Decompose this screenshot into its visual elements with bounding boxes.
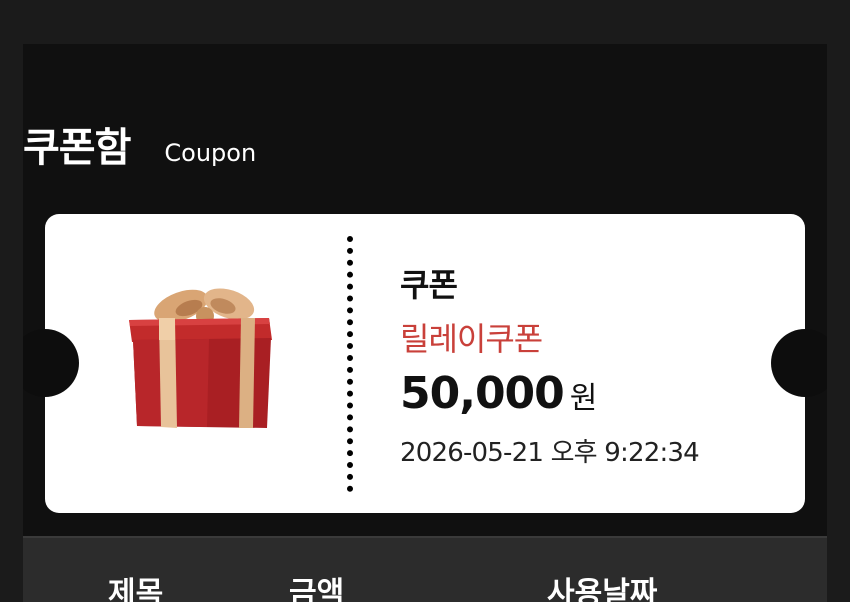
page-title: 쿠폰함: [23, 125, 131, 171]
column-header-used-date: 사용날짜: [547, 576, 658, 602]
coupon-amount-value: 50,000: [400, 368, 565, 419]
gift-box-icon: [129, 288, 272, 428]
ticket-notch-left: [23, 329, 79, 397]
page-subtitle: Coupon: [164, 139, 257, 167]
column-header-amount: 금액: [289, 576, 345, 602]
coupon-amount: 50,000 원: [400, 368, 597, 419]
coupon-name: 릴레이쿠폰: [400, 320, 543, 358]
coupon-amount-unit: 원: [569, 381, 598, 416]
coupon-datetime: 2026-05-21 오후 9:22:34: [400, 438, 700, 468]
column-header-title: 제목: [108, 576, 164, 602]
coupon-panel: 쿠폰함 Coupon 쿠폰 릴레이쿠폰 50,000 원 2026-05-21 …: [23, 44, 827, 602]
table-header: 제목 금액 사용날짜: [23, 536, 827, 602]
ticket-notch-right: [771, 329, 827, 397]
coupon-label: 쿠폰: [400, 266, 458, 304]
page-header: 쿠폰함 Coupon: [23, 122, 256, 179]
coupon-card[interactable]: 쿠폰 릴레이쿠폰 50,000 원 2026-05-21 오후 9:22:34: [23, 214, 827, 513]
ticket-divider: [347, 236, 353, 492]
